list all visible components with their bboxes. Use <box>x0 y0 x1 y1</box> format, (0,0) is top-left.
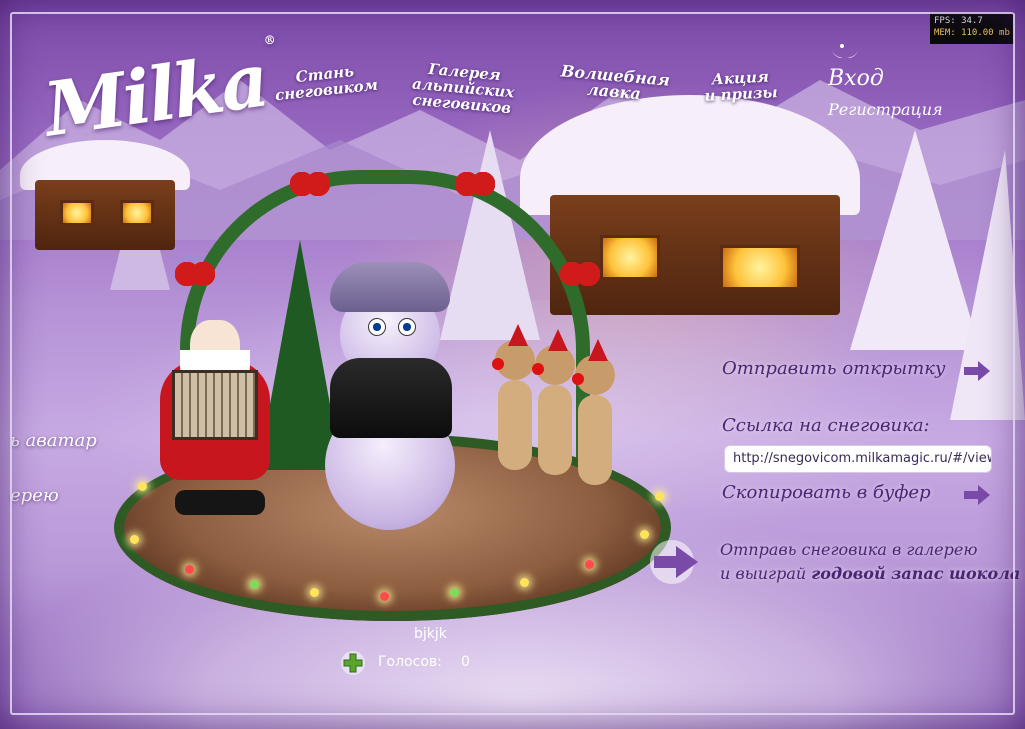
light-bulb <box>655 492 664 501</box>
bow-decoration <box>175 262 215 286</box>
gallery-cta-line[interactable]: и выиграй годовой запас шокола <box>720 564 1020 583</box>
save-avatar-link[interactable]: ь аватар <box>10 430 97 451</box>
snowman-link-field[interactable]: http://snegovicom.milkamagic.ru/#/view <box>724 445 992 473</box>
light-bulb <box>138 482 147 491</box>
copy-to-clipboard-link[interactable]: Скопировать в буфер <box>722 482 931 503</box>
bow-decoration <box>290 172 330 196</box>
nav-label: и призы <box>703 83 779 105</box>
register-link[interactable]: Регистрация <box>828 100 943 119</box>
moon-icon <box>832 44 858 58</box>
big-arrow-right-icon[interactable] <box>648 540 704 584</box>
light-bulb <box>185 565 194 574</box>
light-bulb <box>585 560 594 569</box>
santa-character <box>150 310 280 520</box>
light-bulb <box>450 588 459 597</box>
gallery-link[interactable]: ерею <box>10 485 59 506</box>
scene: Milka® Стань снеговиком Галерея альпийск… <box>0 0 1025 729</box>
light-bulb <box>130 535 139 544</box>
gallery-cta-prefix: и выиграй <box>720 564 812 583</box>
light-bulb <box>310 588 319 597</box>
snowman-link-label: Ссылка на снеговика: <box>722 415 930 436</box>
arrow-right-icon[interactable] <box>962 358 992 384</box>
snowman-jacket <box>330 358 452 438</box>
light-bulb <box>380 592 389 601</box>
light-bulb <box>250 580 259 589</box>
snowman-name: bjkjk <box>414 626 447 642</box>
votes-label: Голосов: <box>378 654 442 670</box>
light-bulb <box>640 530 649 539</box>
mem-readout: MEM: 110.00 mb <box>934 28 1010 38</box>
fps-monitor: FPS: 34.7 MEM: 110.00 mb <box>930 12 1014 44</box>
light-bulb <box>520 578 529 587</box>
fps-readout: FPS: 34.7 <box>934 16 983 26</box>
plus-icon[interactable] <box>340 650 366 676</box>
bow-decoration <box>455 172 495 196</box>
reindeer <box>570 339 620 525</box>
left-cabin <box>20 140 190 250</box>
send-card-link[interactable]: Отправить открытку <box>722 358 945 379</box>
nav-promo-prizes[interactable]: Акция и призы <box>703 68 779 105</box>
snowman-eye <box>398 318 416 336</box>
snowman-eye <box>368 318 386 336</box>
bow-decoration <box>560 262 600 286</box>
votes-count: 0 <box>461 654 470 670</box>
nav-gallery[interactable]: Галерея альпийских снеговиков <box>410 60 516 117</box>
gallery-cta-line[interactable]: Отправь снеговика в галерею <box>720 540 977 559</box>
snowman-hat <box>330 262 450 312</box>
arrow-right-icon[interactable] <box>962 482 992 508</box>
login-link[interactable]: Вход <box>828 66 884 91</box>
gallery-cta-prize: годовой запас шокола <box>811 564 1021 583</box>
